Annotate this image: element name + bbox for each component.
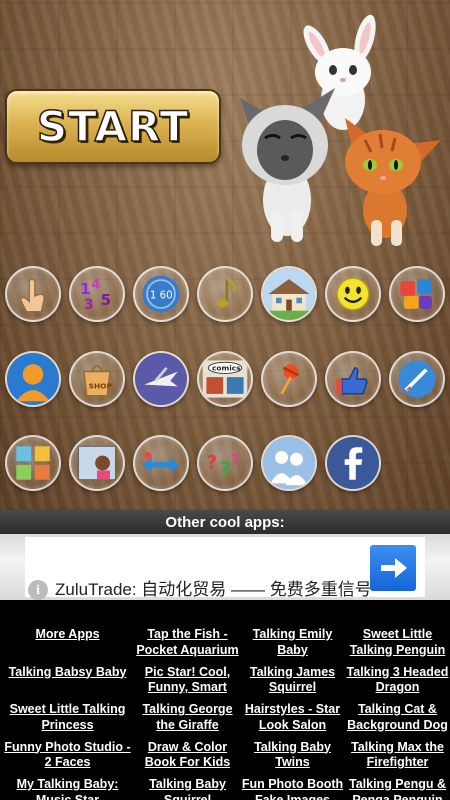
- profile-icon[interactable]: [5, 351, 61, 407]
- numbers-icon[interactable]: 14 35: [69, 266, 125, 322]
- characters-grid-icon[interactable]: [5, 435, 61, 491]
- svg-text:1: 1: [80, 280, 90, 298]
- shop-label: SHOP: [89, 381, 113, 390]
- svg-text:?: ?: [219, 457, 231, 481]
- link-app[interactable]: Talking Babsy Baby: [0, 665, 135, 703]
- svg-text:?: ?: [206, 453, 217, 474]
- ad-content[interactable]: i ZuluTrade: 自动化贸易 —— 免费多重信号: [25, 537, 425, 600]
- link-app[interactable]: Draw & Color Book For Kids: [135, 740, 240, 778]
- arrow-right-icon: [381, 558, 407, 578]
- siamese-kitten[interactable]: [240, 88, 335, 242]
- smiley-icon[interactable]: [325, 266, 381, 322]
- other-apps-caption: Other cool apps:: [0, 510, 450, 534]
- counter-icon[interactable]: 1 60: [133, 266, 189, 322]
- comics-label: comics: [212, 364, 241, 373]
- finger-icon[interactable]: [5, 266, 61, 322]
- link-app[interactable]: Talking 3 Headed Dragon: [345, 665, 450, 703]
- svg-text:3: 3: [84, 297, 94, 313]
- ad-info-icon[interactable]: i: [28, 580, 48, 600]
- game-stage: START 1 4 3 5 1 60 SHOP comics ? ? ?: [0, 0, 450, 510]
- link-app[interactable]: Funny Photo Studio - 2 Faces: [0, 740, 135, 778]
- comics-icon[interactable]: comics: [197, 351, 253, 407]
- link-app[interactable]: Talking Baby Squirrel: [135, 777, 240, 800]
- pets-group[interactable]: [225, 0, 450, 260]
- people-icon[interactable]: [261, 435, 317, 491]
- orange-tabby-kitten[interactable]: [345, 118, 441, 246]
- paintbrush-icon[interactable]: [389, 351, 445, 407]
- ad-banner[interactable]: i ZuluTrade: 自动化贸易 —— 免费多重信号: [0, 534, 450, 600]
- ad-arrow-button[interactable]: [370, 545, 416, 591]
- music-note-icon[interactable]: [197, 266, 253, 322]
- link-app[interactable]: Tap the Fish - Pocket Aquarium: [135, 627, 240, 665]
- puzzle-icon[interactable]: [389, 266, 445, 322]
- thumbs-up-icon[interactable]: [325, 351, 381, 407]
- link-app[interactable]: Talking George the Giraffe: [135, 702, 240, 740]
- facebook-icon[interactable]: [325, 435, 381, 491]
- link-app[interactable]: Talking Baby Twins: [240, 740, 345, 778]
- link-app[interactable]: Talking Max the Firefighter: [345, 740, 450, 778]
- link-app[interactable]: Sweet Little Talking Penguin: [345, 627, 450, 665]
- link-app[interactable]: Sweet Little Talking Princess: [0, 702, 135, 740]
- link-app[interactable]: Hairstyles - Star Look Salon: [240, 702, 345, 740]
- link-app[interactable]: Fun Photo Booth Fake Images: [240, 777, 345, 800]
- flying-icon[interactable]: [133, 351, 189, 407]
- svg-text:1 60: 1 60: [150, 291, 173, 302]
- app-links: More Apps Tap the Fish - Pocket Aquarium…: [0, 600, 450, 800]
- ad-text[interactable]: ZuluTrade: 自动化贸易 —— 免费多重信号: [55, 575, 372, 600]
- start-button[interactable]: START: [5, 89, 221, 164]
- link-app[interactable]: Talking Pengu & Penga Penguin: [345, 777, 450, 800]
- arrows-icon[interactable]: [133, 435, 189, 491]
- house-icon[interactable]: [261, 266, 317, 322]
- shopping-bag-icon[interactable]: SHOP: [69, 351, 125, 407]
- svg-text:?: ?: [231, 451, 240, 469]
- link-app[interactable]: Talking Emily Baby: [240, 627, 345, 665]
- svg-text:4: 4: [91, 277, 100, 292]
- pushpin-icon[interactable]: [261, 351, 317, 407]
- link-app[interactable]: Talking Cat & Background Dog: [345, 702, 450, 740]
- link-more-apps[interactable]: More Apps: [0, 627, 135, 665]
- tablet-kid-icon[interactable]: [69, 435, 125, 491]
- link-app[interactable]: My Talking Baby: Music Star: [0, 777, 135, 800]
- link-app[interactable]: Pic Star! Cool, Funny, Smart: [135, 665, 240, 703]
- svg-text:5: 5: [101, 291, 111, 309]
- link-app[interactable]: Talking James Squirrel: [240, 665, 345, 703]
- question-marks-icon[interactable]: ???: [197, 435, 253, 491]
